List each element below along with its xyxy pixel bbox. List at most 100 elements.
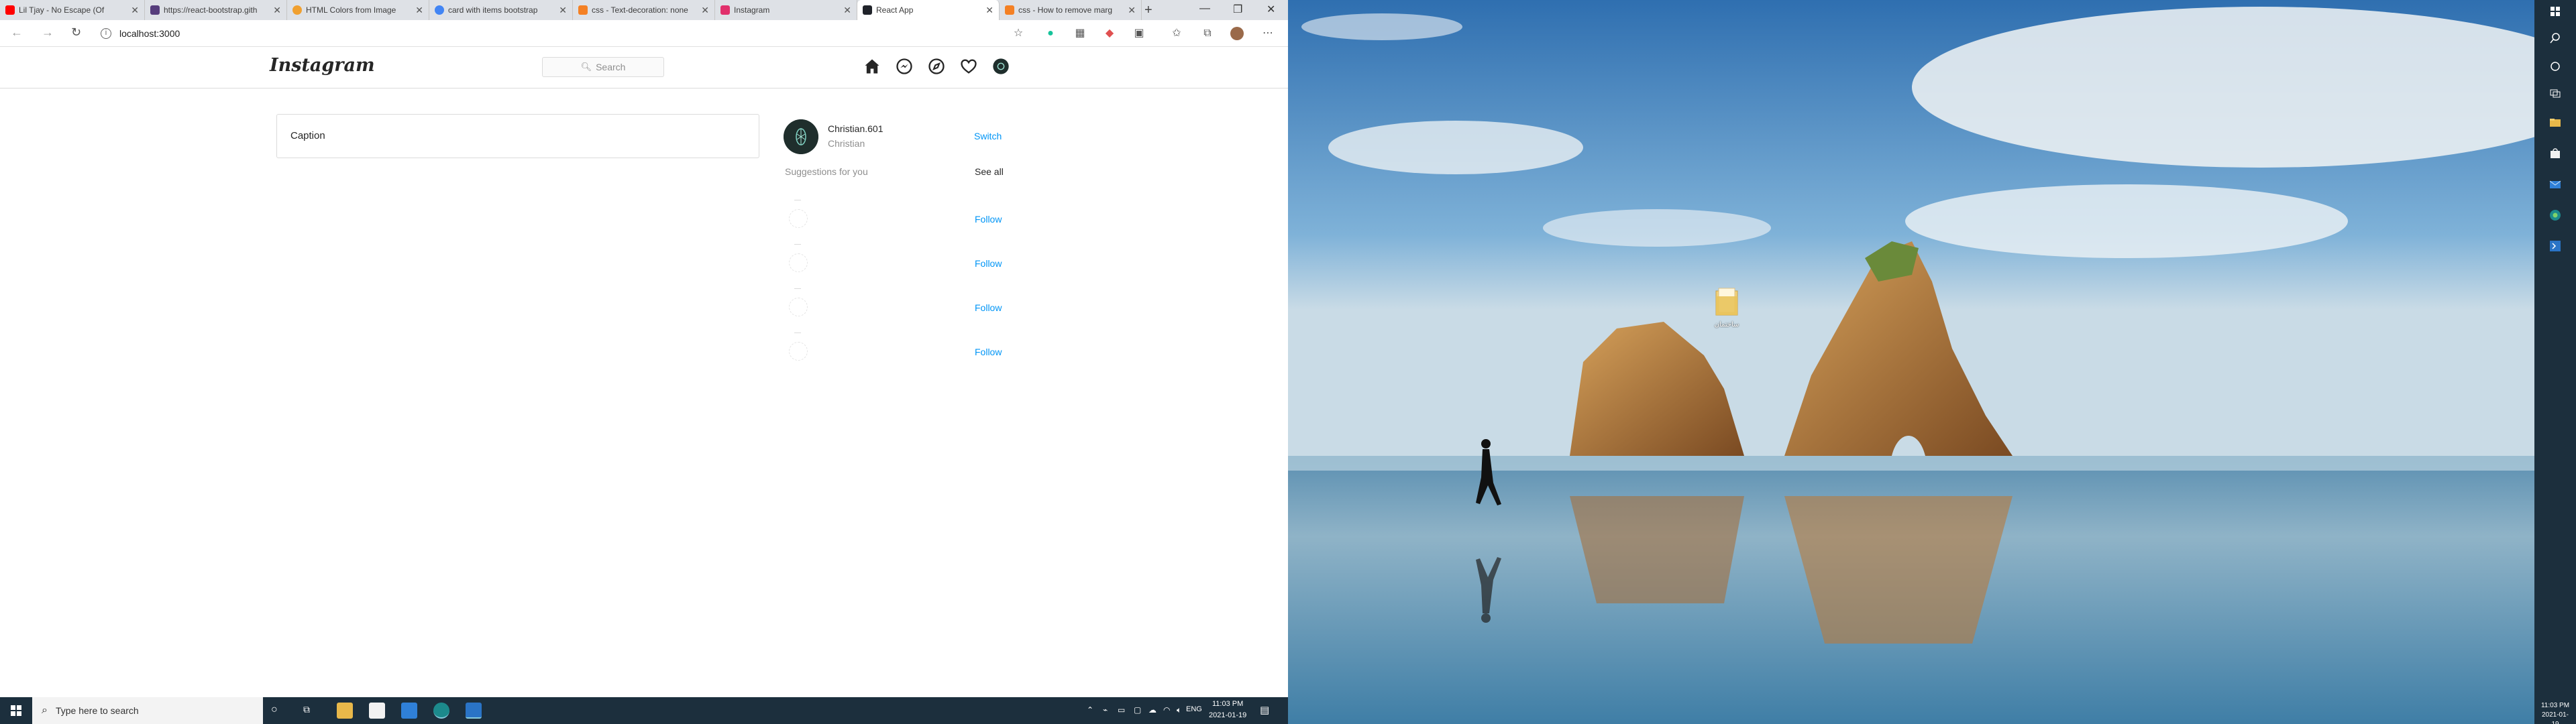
volume-icon[interactable]: 🔈︎ bbox=[1177, 705, 1181, 715]
close-icon[interactable]: ✕ bbox=[843, 5, 851, 16]
edge-icon[interactable] bbox=[433, 703, 449, 719]
vscode-icon[interactable] bbox=[2549, 240, 2561, 252]
battery-icon[interactable]: ▭ bbox=[1118, 705, 1125, 715]
close-icon[interactable]: ✕ bbox=[559, 5, 567, 16]
desktop-folder[interactable]: ساختمان bbox=[1707, 287, 1747, 328]
extension-box-icon[interactable]: ▣ bbox=[1132, 27, 1146, 40]
url-text: localhost:3000 bbox=[119, 28, 180, 39]
usb-icon[interactable]: ⌁ bbox=[1103, 705, 1108, 715]
tab-youtube[interactable]: Lil Tjay - No Escape (Of ✕ bbox=[0, 0, 145, 20]
back-button[interactable]: ← bbox=[11, 25, 23, 40]
switch-account-link[interactable]: Switch bbox=[974, 131, 1002, 141]
see-all-link[interactable]: See all bbox=[975, 166, 1004, 177]
store-icon[interactable] bbox=[369, 703, 385, 719]
clock[interactable]: 11:03 PM 2021-01-19 bbox=[2538, 701, 2572, 724]
close-window-button[interactable]: ✕ bbox=[1267, 3, 1275, 16]
url-field[interactable]: i localhost:3000 bbox=[101, 25, 1026, 42]
task-view-icon[interactable] bbox=[2549, 87, 2561, 99]
tab-stackoverflow-1[interactable]: css - Text-decoration: none ✕ bbox=[573, 0, 715, 20]
close-icon[interactable]: ✕ bbox=[131, 5, 139, 16]
clock-date: 2021-01-19 bbox=[1209, 711, 1247, 719]
cloud-icon[interactable]: ☁ bbox=[1148, 705, 1157, 715]
cortana-icon[interactable] bbox=[2549, 60, 2561, 72]
store-icon[interactable] bbox=[2549, 147, 2561, 160]
extension-icon[interactable]: ◆ bbox=[1103, 27, 1116, 40]
edge-icon[interactable] bbox=[2549, 209, 2561, 221]
windows-start-icon[interactable] bbox=[2549, 5, 2561, 17]
tab-react-bootstrap[interactable]: https://react-bootstrap.gith ✕ bbox=[145, 0, 287, 20]
home-icon[interactable] bbox=[863, 57, 881, 76]
tab-title: HTML Colors from Image bbox=[306, 5, 396, 15]
windows-start-icon[interactable] bbox=[0, 697, 32, 724]
close-icon[interactable]: ✕ bbox=[1128, 5, 1136, 16]
clock-time: 11:03 PM bbox=[2540, 702, 2570, 709]
tab-instagram[interactable]: Instagram ✕ bbox=[715, 0, 857, 20]
file-explorer-icon[interactable] bbox=[2549, 117, 2561, 129]
profile-username[interactable]: Christian.601 bbox=[828, 123, 883, 134]
wifi-icon[interactable]: ◠ bbox=[1163, 705, 1170, 715]
profile-avatar-small[interactable] bbox=[991, 57, 1010, 76]
placeholder-line bbox=[794, 244, 801, 245]
suggestion-avatar[interactable] bbox=[789, 253, 808, 272]
forward-button[interactable]: → bbox=[42, 25, 54, 40]
tab-react-app[interactable]: React App ✕ bbox=[857, 0, 1000, 20]
minimize-button[interactable]: — bbox=[1199, 3, 1210, 15]
suggestion-avatar[interactable] bbox=[789, 298, 808, 316]
heart-icon[interactable] bbox=[959, 57, 978, 76]
extension-grid-icon[interactable]: ▦ bbox=[1073, 27, 1087, 40]
file-explorer-icon[interactable] bbox=[337, 703, 353, 719]
favorites-icon[interactable]: ✩ bbox=[1170, 27, 1183, 40]
info-icon[interactable]: i bbox=[101, 28, 111, 39]
colors-icon bbox=[292, 5, 302, 15]
tab-strip: Lil Tjay - No Escape (Of ✕ https://react… bbox=[0, 0, 1288, 20]
tab-title: https://react-bootstrap.gith bbox=[164, 5, 258, 15]
mail-icon[interactable] bbox=[401, 703, 417, 719]
profile-avatar-image bbox=[784, 119, 818, 154]
tab-html-colors[interactable]: HTML Colors from Image ✕ bbox=[287, 0, 429, 20]
caption-card[interactable]: Caption bbox=[276, 114, 759, 158]
taskbar-search-input[interactable]: ⌕ Type here to search bbox=[32, 697, 263, 724]
maximize-button[interactable]: ❐ bbox=[1233, 3, 1242, 16]
profile-avatar[interactable] bbox=[784, 119, 818, 154]
collections-icon[interactable]: ⧉ bbox=[1201, 27, 1214, 40]
grammarly-icon[interactable]: ● bbox=[1044, 27, 1057, 40]
close-icon[interactable]: ✕ bbox=[985, 5, 994, 16]
display-icon[interactable]: ▢ bbox=[1134, 705, 1141, 715]
refresh-button[interactable]: ↻ bbox=[71, 25, 81, 40]
profile-avatar-icon[interactable] bbox=[1230, 27, 1244, 40]
desktop-wallpaper bbox=[1288, 0, 2534, 724]
search-icon[interactable] bbox=[2549, 32, 2561, 44]
caption-input[interactable]: Caption bbox=[290, 130, 325, 141]
suggestion-avatar[interactable] bbox=[789, 342, 808, 361]
favorite-star-icon[interactable]: ☆ bbox=[1012, 27, 1025, 40]
cortana-icon[interactable]: ○ bbox=[271, 704, 278, 716]
follow-button[interactable]: Follow bbox=[975, 258, 1002, 269]
close-icon[interactable]: ✕ bbox=[415, 5, 423, 16]
explore-compass-icon[interactable] bbox=[927, 57, 946, 76]
close-icon[interactable]: ✕ bbox=[273, 5, 281, 16]
messenger-icon[interactable] bbox=[895, 57, 914, 76]
new-tab-button[interactable]: + bbox=[1144, 3, 1152, 18]
suggestion-row: Follow bbox=[784, 333, 1006, 365]
tab-title: Lil Tjay - No Escape (Of bbox=[19, 5, 105, 15]
stackoverflow-icon bbox=[578, 5, 588, 15]
clock-time: 11:03 PM bbox=[1212, 700, 1244, 708]
more-menu-icon[interactable]: ⋯ bbox=[1261, 27, 1275, 40]
suggestion-avatar[interactable] bbox=[789, 209, 808, 228]
instagram-logo[interactable]: Instagram bbox=[270, 55, 375, 76]
vscode-icon[interactable] bbox=[466, 703, 482, 719]
follow-button[interactable]: Follow bbox=[975, 347, 1002, 357]
clock[interactable]: 11:03 PM 2021-01-19 bbox=[1209, 699, 1246, 721]
tab-stackoverflow-2[interactable]: css - How to remove marg ✕ bbox=[1000, 0, 1142, 20]
notification-icon[interactable]: ▤ bbox=[1260, 704, 1269, 716]
tab-google-search[interactable]: card with items bootstrap ✕ bbox=[429, 0, 573, 20]
close-icon[interactable]: ✕ bbox=[701, 5, 709, 16]
mail-icon[interactable] bbox=[2549, 178, 2561, 190]
follow-button[interactable]: Follow bbox=[975, 214, 1002, 225]
search-input[interactable]: 🔍︎ Search bbox=[542, 57, 664, 77]
task-view-icon[interactable]: ⧉ bbox=[303, 704, 310, 715]
folder-label: ساختمان bbox=[1714, 321, 1739, 328]
language-indicator[interactable]: ENG bbox=[1186, 705, 1202, 713]
follow-button[interactable]: Follow bbox=[975, 302, 1002, 313]
chevron-up-icon[interactable]: ⌃ bbox=[1087, 705, 1093, 715]
